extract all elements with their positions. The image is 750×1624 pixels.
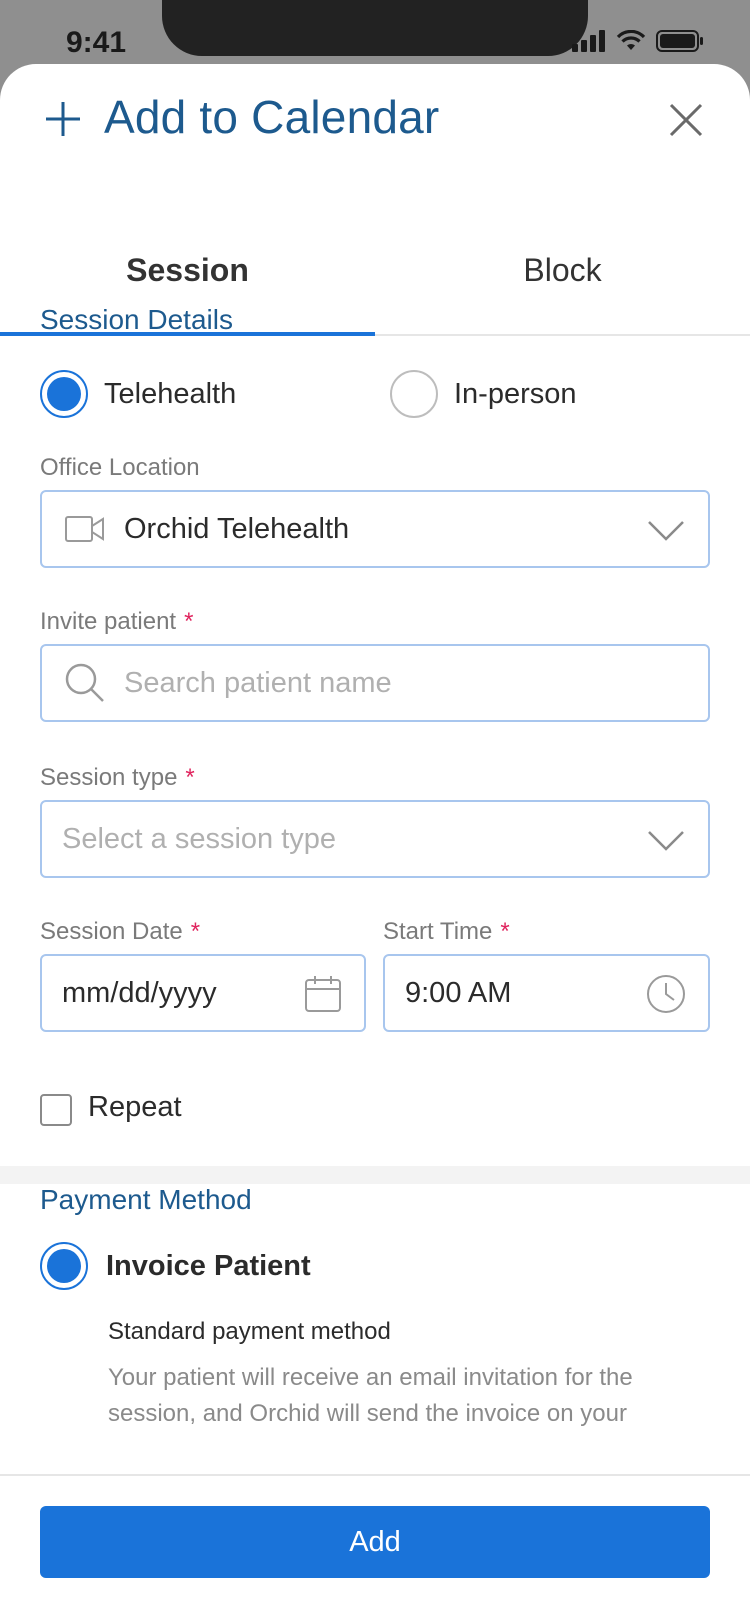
patient-search-input[interactable]: Search patient name bbox=[40, 644, 710, 722]
session-type-label-text: Session type bbox=[40, 764, 178, 791]
telehealth-radio[interactable] bbox=[40, 370, 88, 418]
cellular-signal-icon bbox=[572, 30, 605, 52]
telehealth-label: Telehealth bbox=[104, 377, 237, 410]
office-location-select[interactable]: Orchid Telehealth bbox=[40, 490, 710, 568]
invite-patient-label-text: Invite patient bbox=[40, 608, 177, 635]
invite-patient-label: Invite patient * bbox=[40, 608, 193, 636]
office-location-value: Orchid Telehealth bbox=[124, 512, 350, 545]
session-date-label-text: Session Date bbox=[40, 918, 183, 945]
invoice-patient-description: Your patient will receive an email invit… bbox=[108, 1364, 633, 1427]
status-time: 9:41 bbox=[66, 26, 127, 59]
office-location-label: Office Location bbox=[40, 454, 200, 481]
sheet-title: Add to Calendar bbox=[104, 91, 440, 143]
add-to-calendar-sheet: Add to Calendar Session Block Session De… bbox=[0, 64, 750, 1624]
session-date-value: mm/dd/yyyy bbox=[62, 976, 217, 1009]
sheet-footer: Add bbox=[0, 1474, 750, 1624]
session-type-placeholder: Select a session type bbox=[62, 822, 337, 855]
plus-icon bbox=[46, 102, 80, 136]
status-bar: 9:41 bbox=[0, 0, 750, 70]
required-asterisk: * bbox=[185, 764, 195, 791]
close-icon[interactable] bbox=[668, 102, 704, 138]
repeat-label: Repeat bbox=[88, 1091, 182, 1123]
sheet-header: Add to Calendar bbox=[0, 64, 750, 184]
calendar-icon bbox=[305, 976, 341, 1012]
add-button[interactable]: Add bbox=[40, 1506, 710, 1578]
required-asterisk: * bbox=[184, 608, 194, 635]
invoice-patient-subtitle: Standard payment method bbox=[108, 1318, 391, 1345]
chevron-down-icon bbox=[648, 831, 684, 851]
in-person-radio[interactable] bbox=[390, 370, 438, 418]
session-type-label: Session type * bbox=[40, 764, 195, 792]
in-person-radio-option[interactable]: In-person bbox=[390, 370, 577, 418]
clock-icon bbox=[647, 975, 685, 1013]
battery-icon bbox=[656, 30, 703, 52]
wifi-icon bbox=[616, 30, 646, 50]
start-time-value: 9:00 AM bbox=[405, 976, 512, 1009]
tab-block[interactable]: Block bbox=[375, 224, 750, 334]
required-asterisk: * bbox=[190, 918, 201, 945]
status-icons bbox=[572, 30, 704, 52]
start-time-input[interactable]: 9:00 AM bbox=[383, 954, 710, 1032]
required-asterisk: * bbox=[500, 918, 510, 945]
start-time-label-text: Start Time bbox=[383, 918, 493, 945]
start-time-label: Start Time * bbox=[383, 918, 510, 946]
search-icon bbox=[65, 663, 104, 702]
session-details-heading: Session Details bbox=[40, 304, 233, 335]
session-type-select[interactable]: Select a session type bbox=[40, 800, 710, 878]
payment-method-heading: Payment Method bbox=[40, 1184, 252, 1215]
device-notch bbox=[162, 0, 588, 56]
invoice-patient-option[interactable]: Invoice Patient bbox=[40, 1242, 311, 1290]
in-person-label: In-person bbox=[454, 377, 577, 410]
invoice-patient-radio[interactable] bbox=[40, 1242, 88, 1290]
patient-search-placeholder: Search patient name bbox=[124, 666, 392, 699]
section-divider bbox=[0, 1166, 750, 1184]
video-camera-icon bbox=[65, 516, 104, 542]
repeat-checkbox[interactable] bbox=[40, 1094, 72, 1126]
session-date-input[interactable]: mm/dd/yyyy bbox=[40, 954, 366, 1032]
invoice-patient-label: Invoice Patient bbox=[106, 1249, 311, 1282]
chevron-down-icon bbox=[648, 521, 684, 541]
session-date-label: Session Date * bbox=[40, 918, 200, 946]
telehealth-radio-option[interactable]: Telehealth bbox=[40, 370, 236, 418]
